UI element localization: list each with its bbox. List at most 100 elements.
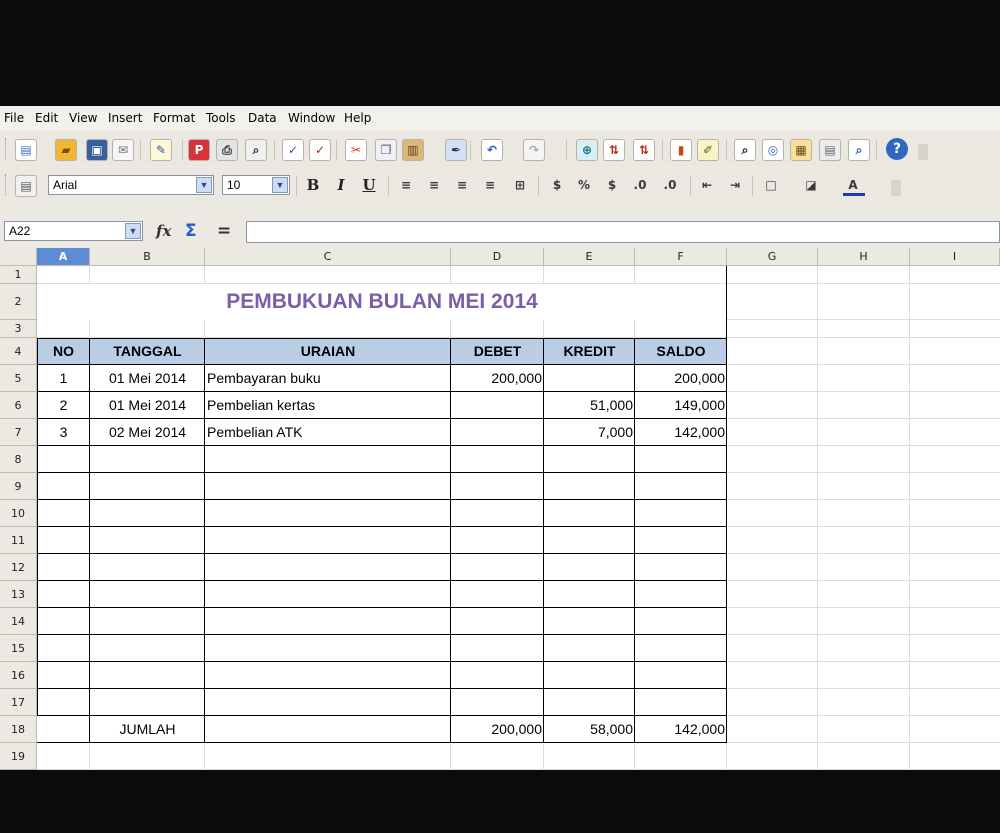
column-header-f[interactable]: F [635,248,727,266]
spreadsheet-grid[interactable]: A B C D E F G H I 1 2 3 4 5 6 7 8 9 10 11 12 13 14 15 16 17 18 19 PE… [0,248,1000,770]
menu-tools[interactable]: Tools [206,111,236,125]
borders-icon[interactable]: □ [761,175,781,195]
undo-icon[interactable]: ↶ [481,139,503,161]
row-header-12[interactable]: 12 [0,554,37,581]
cell-kredit[interactable] [544,365,635,392]
redo-icon[interactable]: ↷ [523,139,545,161]
cell-debet[interactable]: 200,000 [451,365,544,392]
name-box[interactable]: A22 ▼ [4,221,143,241]
cell-no[interactable]: 3 [37,419,90,446]
help-icon[interactable]: ? [886,138,908,160]
cut-icon[interactable]: ✂ [345,139,367,161]
column-header-i[interactable]: I [910,248,1000,266]
function-icon[interactable]: = [217,221,231,241]
sort-descending-icon[interactable]: ⇅ [633,139,655,161]
spellcheck-icon[interactable]: ✓ [282,139,304,161]
row-header-2[interactable]: 2 [0,284,37,320]
row-header-1[interactable]: 1 [0,266,37,284]
format-paintbrush-icon[interactable]: ✒ [445,139,467,161]
row-header-14[interactable]: 14 [0,608,37,635]
row-header-5[interactable]: 5 [0,365,37,392]
standard-number-format-icon[interactable]: $ [602,175,622,195]
cell-debet[interactable] [451,392,544,419]
copy-icon[interactable]: ❐ [375,139,397,161]
row-header-4[interactable]: 4 [0,338,37,365]
underline-button[interactable]: U [359,175,379,195]
row-header-17[interactable]: 17 [0,689,37,716]
page-preview-icon[interactable]: ⌕ [245,139,267,161]
zoom-icon[interactable]: ⌕ [848,139,870,161]
merge-cells-icon[interactable]: ⊞ [510,175,530,195]
hyperlink-icon[interactable]: ⊕ [576,139,598,161]
row-header-7[interactable]: 7 [0,419,37,446]
percent-format-icon[interactable]: % [574,175,594,195]
row-header-9[interactable]: 9 [0,473,37,500]
cell-uraian[interactable]: Pembelian kertas [205,392,451,419]
export-pdf-icon[interactable]: P [188,139,210,161]
add-decimal-icon[interactable]: .0 [630,175,650,195]
cell-saldo[interactable]: 142,000 [635,419,727,446]
cell-uraian[interactable]: Pembayaran buku [205,365,451,392]
gallery-icon[interactable]: ▦ [790,139,812,161]
menu-window[interactable]: Window [288,111,335,125]
cell-tanggal[interactable]: 01 Mei 2014 [90,392,205,419]
autospell-icon[interactable]: ✓ [309,139,331,161]
column-header-b[interactable]: B [90,248,205,266]
align-center-icon[interactable]: ≡ [424,175,444,195]
cell-no[interactable]: 1 [37,365,90,392]
total-saldo[interactable]: 142,000 [635,716,727,743]
sum-icon[interactable]: Σ [185,221,197,241]
align-left-icon[interactable]: ≡ [396,175,416,195]
formula-input[interactable] [246,221,1000,243]
menu-help[interactable]: Help [344,111,371,125]
toolbar-overflow-icon[interactable] [918,144,928,160]
total-debet[interactable]: 200,000 [451,716,544,743]
chevron-down-icon[interactable]: ▼ [196,177,212,193]
edit-mode-icon[interactable]: ✎ [150,139,172,161]
function-wizard-icon[interactable]: fx [156,222,171,240]
cell-debet[interactable] [451,419,544,446]
row-header-3[interactable]: 3 [0,320,37,338]
row-header-10[interactable]: 10 [0,500,37,527]
draw-functions-icon[interactable]: ✐ [697,139,719,161]
row-header-18[interactable]: 18 [0,716,37,743]
column-header-e[interactable]: E [544,248,635,266]
justify-icon[interactable]: ≡ [480,175,500,195]
column-header-d[interactable]: D [451,248,544,266]
data-sources-icon[interactable]: ▤ [819,139,841,161]
row-header-15[interactable]: 15 [0,635,37,662]
menu-edit[interactable]: Edit [35,111,58,125]
cell-uraian[interactable]: Pembelian ATK [205,419,451,446]
row-header-6[interactable]: 6 [0,392,37,419]
column-header-a[interactable]: A [37,248,90,266]
toolbar-overflow-icon[interactable] [891,180,901,196]
chevron-down-icon[interactable]: ▼ [125,223,141,239]
row-header-8[interactable]: 8 [0,446,37,473]
navigator-icon[interactable]: ◎ [762,139,784,161]
chevron-down-icon[interactable]: ▼ [272,177,288,193]
select-all-corner[interactable] [0,248,37,266]
align-right-icon[interactable]: ≡ [452,175,472,195]
row-header-19[interactable]: 19 [0,743,37,770]
menu-file[interactable]: File [4,111,24,125]
open-folder-icon[interactable]: ▰ [55,139,77,161]
column-header-h[interactable]: H [818,248,910,266]
column-header-c[interactable]: C [205,248,451,266]
styles-formatting-icon[interactable]: ▤ [15,175,37,197]
font-size-combo[interactable]: 10 ▼ [222,175,290,195]
cell-saldo[interactable]: 149,000 [635,392,727,419]
cell-tanggal[interactable]: 02 Mei 2014 [90,419,205,446]
increase-indent-icon[interactable]: ⇥ [725,175,745,195]
font-name-combo[interactable]: Arial ▼ [48,175,214,195]
save-icon[interactable]: ▣ [86,139,108,161]
decrease-indent-icon[interactable]: ⇤ [697,175,717,195]
bold-button[interactable]: B [303,175,323,195]
cell-saldo[interactable]: 200,000 [635,365,727,392]
column-header-g[interactable]: G [727,248,818,266]
find-icon[interactable]: ⌕ [734,139,756,161]
menu-view[interactable]: View [69,111,97,125]
print-icon[interactable]: ⎙ [216,139,238,161]
new-document-icon[interactable]: ▤ [15,139,37,161]
chart-icon[interactable]: ▮ [670,139,692,161]
email-document-icon[interactable]: ✉ [112,139,134,161]
